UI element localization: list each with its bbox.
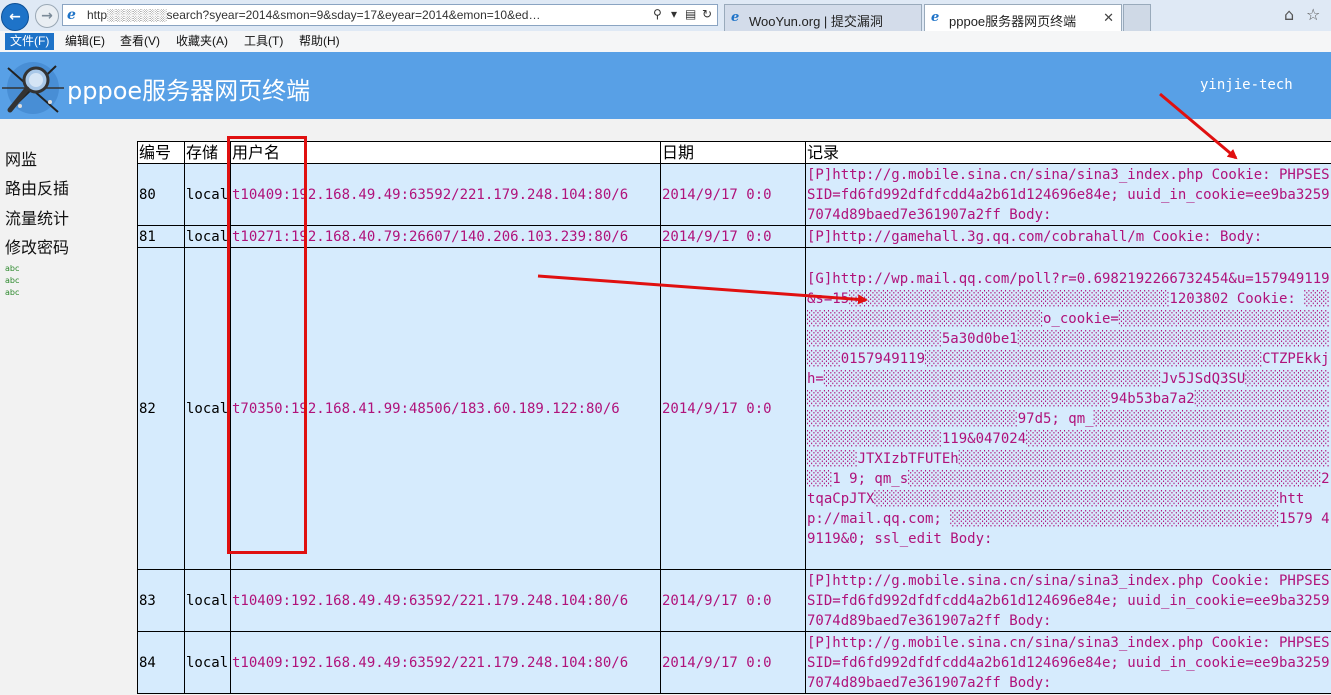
cell-store: local [184,163,231,226]
tab-wooyun[interactable]: e WooYun.org | 提交漏洞 [724,4,922,31]
annotation-highlight-box [227,136,307,554]
sidebar-item-traffic[interactable]: 流量统计 [5,205,69,229]
address-text[interactable]: http░░░░░░░search?syear=2014&smon=9&sday… [87,8,647,22]
menu-edit[interactable]: 编辑(E) [62,33,108,50]
sidebar-item-router[interactable]: 路由反插 [5,175,69,199]
table-row: 84 local t10409:192.168.49.49:63592/221.… [137,631,1331,694]
cell-record: [P]http://g.mobile.sina.cn/sina/sina3_in… [805,569,1331,632]
menu-bar: 文件(F) 编辑(E) 查看(V) 收藏夹(A) 工具(T) 帮助(H) [0,31,1331,53]
column-header-date: 日期 [660,141,806,164]
home-icon[interactable]: ⌂ [1284,5,1294,24]
close-icon[interactable]: ✕ [1103,10,1114,26]
cell-date: 2014/9/17 0:0 [660,631,806,694]
cell-id: 81 [137,225,185,248]
sidebar-item-monitor[interactable]: 网监 [5,146,37,170]
menu-view[interactable]: 查看(V) [117,33,163,50]
favorites-star-icon[interactable]: ☆ [1306,5,1320,24]
ie-icon: e [67,7,76,23]
tab-pppoe[interactable]: e pppoe服务器网页终端 ✕ [924,4,1122,31]
arrow-left-icon: ← [9,9,21,25]
sidebar-item-password[interactable]: 修改密码 [5,234,69,258]
arrow-right-icon: → [41,8,53,24]
new-tab-button[interactable] [1123,4,1151,31]
cell-record: [P]http://g.mobile.sina.cn/sina/sina3_in… [805,631,1331,694]
column-header-record: 记录 [805,141,1331,164]
sidebar: 网监 路由反插 流量统计 修改密码 abc abc abc [0,119,138,695]
header-username: yinjie-tech [1200,77,1293,93]
browser-chrome: ← → e http░░░░░░░search?syear=2014&smon=… [0,0,1331,31]
table-row: 81 local t10271:192.168.40.79:26607/140.… [137,225,1331,248]
menu-file[interactable]: 文件(F) [5,33,55,50]
cell-user: t10409:192.168.49.49:63592/221.179.248.1… [230,631,661,694]
dropdown-icon[interactable]: ▾ [671,7,677,21]
column-header-id: 编号 [137,141,185,164]
compat-view-icon[interactable]: ▤ [685,7,696,21]
address-bar[interactable]: e http░░░░░░░search?syear=2014&smon=9&sd… [62,4,718,26]
cell-record: [P]http://gamehall.3g.qq.com/cobrahall/m… [805,225,1331,248]
back-button[interactable]: ← [1,3,29,31]
cell-date: 2014/9/17 0:0 [660,225,806,248]
sidebar-link-abc[interactable]: abc [5,276,19,285]
ie-icon: e [731,10,740,25]
forward-button[interactable]: → [35,4,59,28]
cell-id: 82 [137,247,185,570]
table-row: 82 local t70350:192.168.41.99:48506/183.… [137,247,1331,570]
cell-id: 84 [137,631,185,694]
menu-favorites[interactable]: 收藏夹(A) [173,33,231,50]
cell-id: 80 [137,163,185,226]
cell-date: 2014/9/17 0:0 [660,569,806,632]
cell-date: 2014/9/17 0:0 [660,247,806,570]
cell-record: [P]http://g.mobile.sina.cn/sina/sina3_in… [805,163,1331,226]
cell-store: local [184,247,231,570]
cell-id: 83 [137,569,185,632]
cell-store: local [184,225,231,248]
cell-user: t10409:192.168.49.49:63592/221.179.248.1… [230,569,661,632]
log-table: 编号 存储 用户名 日期 记录 80 local t10409:192.168.… [137,141,1331,694]
table-row: 83 local t10409:192.168.49.49:63592/221.… [137,569,1331,632]
column-header-store: 存储 [184,141,231,164]
menu-tools[interactable]: 工具(T) [241,33,286,50]
ie-icon: e [931,10,940,25]
menu-help[interactable]: 帮助(H) [296,33,343,50]
tab-label: WooYun.org | 提交漏洞 [749,14,883,29]
table-header-row: 编号 存储 用户名 日期 记录 [137,141,1331,164]
cell-store: local [184,569,231,632]
sidebar-link-abc[interactable]: abc [5,288,19,297]
cell-record: [G]http://wp.mail.qq.com/poll?r=0.698219… [805,247,1331,570]
cell-date: 2014/9/17 0:0 [660,163,806,226]
magnifier-logo-icon [2,62,64,114]
cell-store: local [184,631,231,694]
table-row: 80 local t10409:192.168.49.49:63592/221.… [137,163,1331,226]
tab-label: pppoe服务器网页终端 [949,14,1077,29]
page-title: pppoe服务器网页终端 [67,77,311,105]
search-icon[interactable]: ⚲ [653,7,662,21]
refresh-icon[interactable]: ↻ [702,7,712,21]
sidebar-link-abc[interactable]: abc [5,264,19,273]
